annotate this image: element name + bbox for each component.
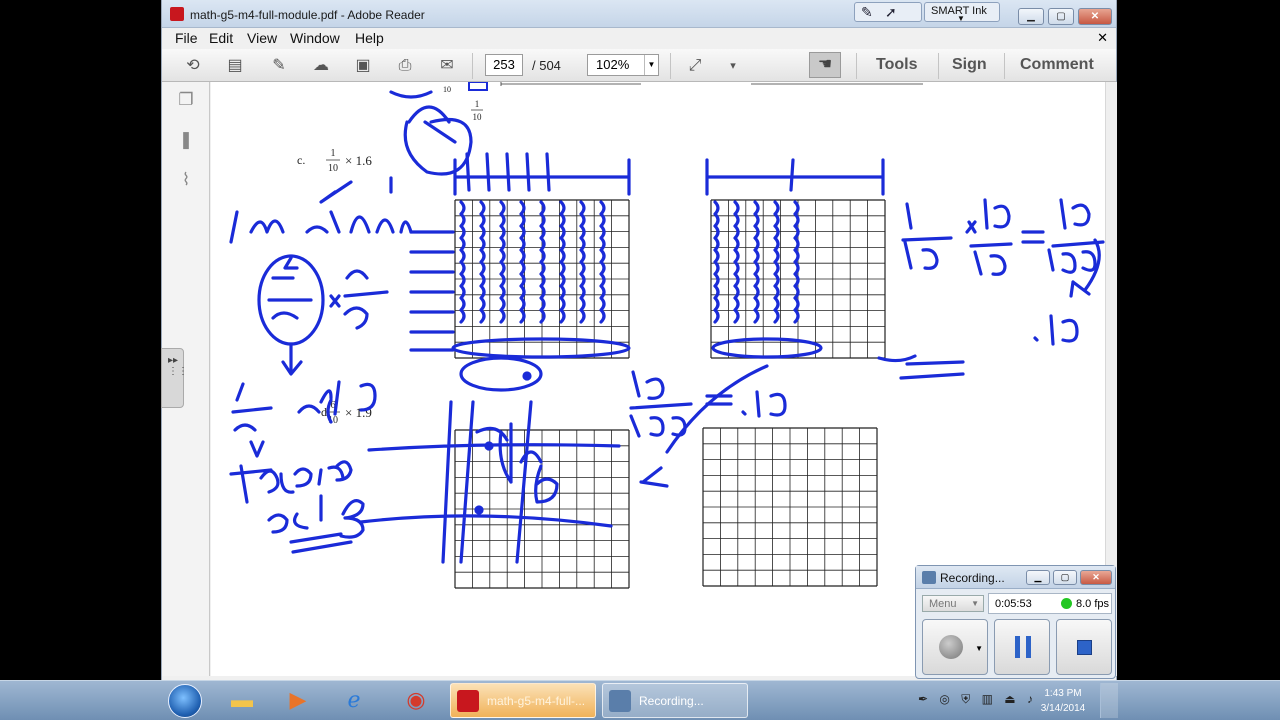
problem-c-num: 1 [331, 148, 336, 159]
taskbar-pdf-label: math-g5-m4-full-... [487, 694, 586, 708]
recorder-menu-label: Menu [929, 598, 957, 610]
recorder-title: Recording... [940, 571, 1005, 585]
close-document-icon[interactable]: ✕ [1097, 30, 1108, 46]
shield-icon[interactable]: ⛨ [961, 692, 970, 706]
pen-icon[interactable]: ✎ [861, 4, 873, 21]
usb-icon[interactable]: ⏏ [1004, 692, 1015, 706]
recorder-menu-dropdown[interactable]: Menu ▼ [922, 595, 984, 612]
comment-button[interactable]: Comment [1020, 56, 1094, 74]
upload-cloud-icon[interactable]: ☁ [310, 55, 332, 77]
recorder-maximize-button[interactable]: ▢ [1053, 570, 1077, 585]
fit-page-icon[interactable]: ⤢ [684, 55, 706, 77]
network-icon[interactable]: ▥ [982, 692, 993, 706]
top-fraction-num: 1 [475, 99, 480, 109]
title-bar: math-g5-m4-full-module.pdf - Adobe Reade… [162, 0, 1116, 28]
clock-time: 1:43 PM [1044, 688, 1082, 699]
menu-edit[interactable]: Edit [209, 30, 233, 46]
smart-side-panel-handle[interactable]: ▸▸ ⋮⋮ [161, 348, 188, 408]
maximize-button[interactable]: ▢ [1048, 8, 1074, 25]
select-icon[interactable]: ➚ [885, 4, 897, 21]
top-partial-grids [500, 82, 923, 86]
clock-date: 3/14/2014 [1040, 703, 1086, 714]
smart-tray-icon[interactable]: ◎ [939, 692, 949, 706]
hand-tool-button[interactable]: ☚ [809, 52, 841, 78]
toolbar-divider [938, 53, 939, 79]
chrome-icon[interactable]: ◉ [396, 684, 436, 716]
corner-small-text: 10 [443, 85, 451, 94]
pause-button[interactable] [994, 619, 1050, 675]
toolbar: ⟲ ▤ ✎ ☁ ▣ ⎙ ✉ 253 / 504 102% ▼ ⤢ ▾ ☚ Too… [162, 49, 1116, 82]
frame-rate: 8.0 fps [1076, 598, 1110, 610]
more-tools-icon[interactable]: ▾ [722, 55, 744, 77]
internet-explorer-icon[interactable]: ℯ [334, 684, 374, 716]
taskbar-clock[interactable]: 1:43 PM 3/14/2014 [1030, 686, 1096, 716]
edit-icon[interactable]: ✎ [268, 55, 290, 77]
minimize-button[interactable]: ▁ [1018, 8, 1044, 25]
pdf-app-icon [170, 7, 184, 21]
menu-help[interactable]: Help [355, 30, 384, 46]
chevron-down-icon: ▼ [957, 14, 965, 23]
window-title: math-g5-m4-full-module.pdf - Adobe Reade… [190, 8, 425, 22]
record-button[interactable]: ▼ [922, 619, 988, 675]
stop-icon [1077, 640, 1092, 655]
pause-icon [1015, 636, 1031, 658]
close-button[interactable]: ✕ [1078, 8, 1112, 25]
pdf-icon [457, 690, 479, 712]
menu-window[interactable]: Window [290, 30, 340, 46]
sign-button[interactable]: Sign [952, 56, 987, 74]
record-icon [939, 635, 963, 659]
bookmark-icon[interactable]: ❚ [175, 130, 197, 152]
create-pdf-icon[interactable]: ▤ [224, 55, 246, 77]
elapsed-time: 0:05:53 [995, 598, 1032, 610]
recorder-status: 0:05:53 8.0 fps [988, 593, 1112, 614]
status-indicator-icon [1061, 598, 1072, 609]
taskbar-pdf-window[interactable]: math-g5-m4-full-... [450, 683, 596, 718]
email-icon[interactable]: ✉ [436, 55, 458, 77]
top-box-mark [468, 82, 488, 91]
problem-c-den: 10 [328, 163, 338, 174]
recorder-minimize-button[interactable]: ▁ [1026, 570, 1050, 585]
grid-d-right [702, 427, 878, 587]
recorder-icon [609, 690, 631, 712]
page-total: / 504 [532, 58, 561, 73]
menu-bar: File Edit View Window Help ✕ [162, 28, 1116, 49]
print-icon[interactable]: ⎙ [394, 55, 416, 77]
smart-ink-menu[interactable]: SMART Ink ▼ [924, 2, 1000, 23]
page-thumbnails-icon[interactable]: ❐ [175, 90, 197, 112]
stop-button[interactable] [1056, 619, 1112, 675]
system-tray: ✒ ◎ ⛨ ▥ ⏏ ♪ [918, 692, 1033, 707]
toolbar-divider [670, 53, 671, 79]
top-fraction-den: 10 [473, 112, 483, 122]
save-icon[interactable]: ▣ [352, 55, 374, 77]
pen-tray-icon[interactable]: ✒ [918, 692, 928, 706]
menu-view[interactable]: View [247, 30, 277, 46]
chevron-down-icon[interactable]: ▼ [644, 55, 658, 75]
show-desktop-button[interactable] [1100, 683, 1118, 718]
smart-ink-tools[interactable]: ✎ ➚ [854, 2, 922, 22]
explorer-icon[interactable]: ▬ [222, 684, 262, 716]
page-number-input[interactable]: 253 [485, 54, 523, 76]
taskbar-recorder-label: Recording... [639, 694, 704, 708]
problem-c-label: c. [297, 153, 305, 167]
toolbar-divider [472, 53, 473, 79]
start-button[interactable] [168, 684, 202, 718]
recorder-title-bar: Recording... ▁ ▢ ✕ [916, 566, 1115, 589]
menu-file[interactable]: File [175, 30, 198, 46]
recorder-window: Recording... ▁ ▢ ✕ Menu ▼ 0:05:53 8.0 fp… [915, 565, 1116, 679]
media-player-icon[interactable]: ▶ [278, 684, 318, 716]
problem-c-expression: × 1.6 [345, 153, 372, 168]
toolbar-divider [1004, 53, 1005, 79]
zoom-select[interactable]: 102% ▼ [587, 54, 659, 76]
recorder-close-button[interactable]: ✕ [1080, 570, 1112, 585]
chevron-down-icon: ▼ [971, 599, 979, 608]
taskbar-recorder-window[interactable]: Recording... [602, 683, 748, 718]
zoom-value: 102% [596, 57, 630, 72]
tools-button[interactable]: Tools [876, 56, 917, 74]
open-icon[interactable]: ⟲ [182, 55, 204, 77]
attachment-icon[interactable]: ⌇ [175, 170, 197, 192]
recorder-icon [922, 571, 936, 584]
toolbar-divider [856, 53, 857, 79]
chevron-down-icon[interactable]: ▼ [975, 644, 983, 653]
